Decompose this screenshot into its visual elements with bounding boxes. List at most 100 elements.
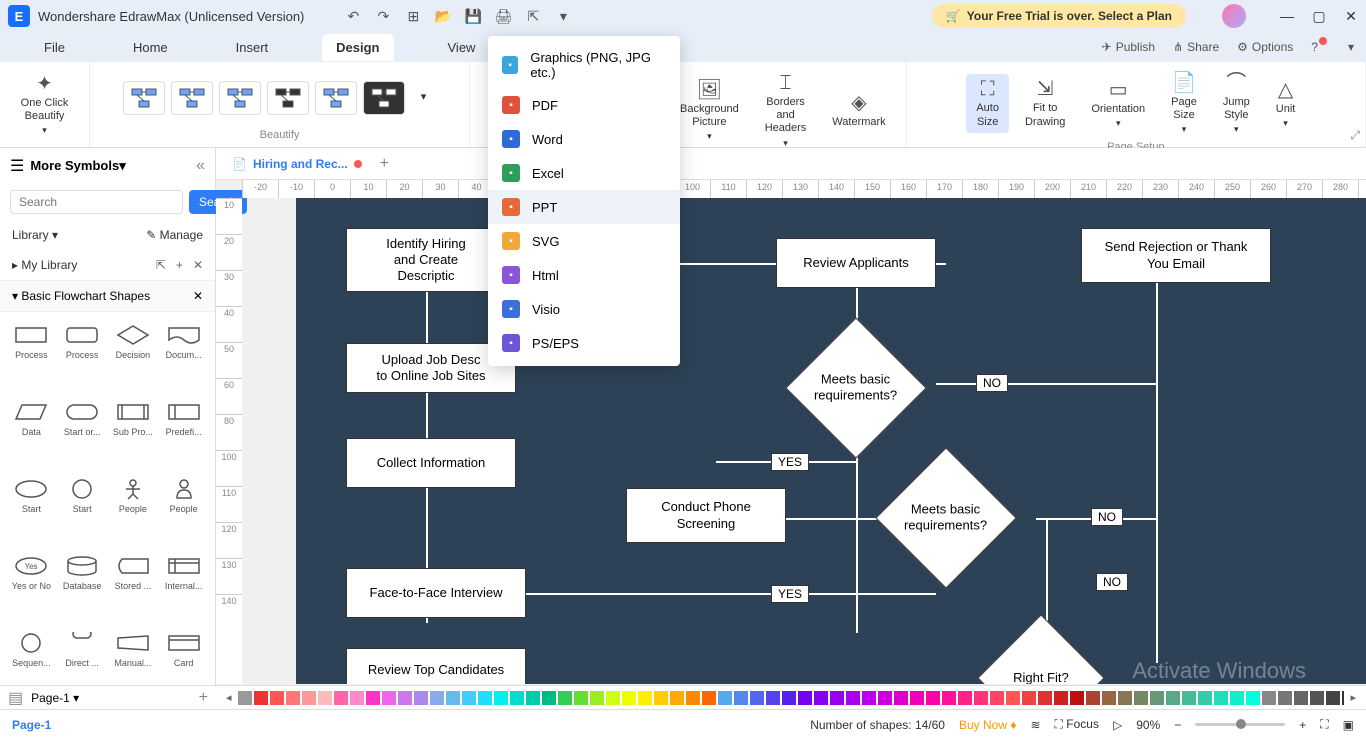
shape-data[interactable]: Data (8, 397, 55, 470)
label-yes-2[interactable]: YES (771, 585, 809, 603)
label-yes-1[interactable]: YES (771, 453, 809, 471)
shape-yesorno[interactable]: YesYes or No (8, 551, 55, 624)
color-swatch[interactable] (606, 691, 620, 705)
color-swatch[interactable] (318, 691, 332, 705)
color-swatch[interactable] (654, 691, 668, 705)
auto-size-button[interactable]: ⛶Auto Size (966, 74, 1009, 132)
fit-page-icon[interactable]: ⛶ (1320, 717, 1328, 732)
background-picture-button[interactable]: 🖼Background Picture▾ (670, 75, 749, 146)
color-swatch[interactable] (670, 691, 684, 705)
hamburger-icon[interactable]: ☰ (10, 156, 24, 176)
color-swatch[interactable] (830, 691, 844, 705)
color-swatch[interactable] (1118, 691, 1132, 705)
node-rejection-email[interactable]: Send Rejection or Thank You Email (1081, 228, 1271, 283)
node-review-applicants[interactable]: Review Applicants (776, 238, 936, 288)
color-swatch[interactable] (366, 691, 380, 705)
color-swatch[interactable] (1198, 691, 1212, 705)
library-label[interactable]: Library ▾ (12, 228, 58, 242)
add-page-button[interactable]: + (199, 689, 208, 707)
color-swatch[interactable] (254, 691, 268, 705)
color-swatch[interactable] (1214, 691, 1228, 705)
color-swatch[interactable] (1134, 691, 1148, 705)
color-swatch[interactable] (1230, 691, 1244, 705)
shape-start[interactable]: Start (59, 474, 106, 547)
color-swatch[interactable] (478, 691, 492, 705)
color-swatch[interactable] (894, 691, 908, 705)
add-document-button[interactable]: + (380, 155, 389, 173)
trial-banner[interactable]: 🛒 Your Free Trial is over. Select a Plan (932, 4, 1186, 28)
color-swatch[interactable] (558, 691, 572, 705)
active-page-label[interactable]: Page-1 (12, 718, 51, 732)
page-size-button[interactable]: 📄Page Size▾ (1161, 68, 1207, 139)
ribbon-collapse-icon[interactable]: ▾ (1348, 40, 1354, 54)
shape-decision[interactable]: Decision (110, 320, 157, 393)
user-avatar[interactable] (1222, 4, 1246, 28)
color-swatch[interactable] (590, 691, 604, 705)
shape-people[interactable]: People (110, 474, 157, 547)
jump-style-button[interactable]: ⌒Jump Style▾ (1213, 68, 1260, 139)
color-swatch[interactable] (798, 691, 812, 705)
color-swatch[interactable] (1006, 691, 1020, 705)
export-ps-eps[interactable]: ▪PS/EPS (488, 326, 680, 360)
color-swatch[interactable] (382, 691, 396, 705)
color-swatch[interactable] (238, 691, 252, 705)
color-swatch[interactable] (446, 691, 460, 705)
color-swatch[interactable] (1166, 691, 1180, 705)
undo-icon[interactable]: ↶ (344, 7, 362, 25)
color-swatch[interactable] (622, 691, 636, 705)
layers-icon[interactable]: ≋ (1030, 718, 1040, 732)
color-swatch[interactable] (526, 691, 540, 705)
shape-stored[interactable]: Stored ... (110, 551, 157, 624)
color-swatch[interactable] (1022, 691, 1036, 705)
symbol-search-input[interactable] (10, 190, 183, 214)
collapse-sidebar-icon[interactable]: « (196, 157, 205, 175)
shape-predefi[interactable]: Predefi... (160, 397, 207, 470)
color-swatch[interactable] (942, 691, 956, 705)
node-phone-screening[interactable]: Conduct Phone Screening (626, 488, 786, 543)
export-pdf[interactable]: ▪PDF (488, 88, 680, 122)
zoom-slider[interactable] (1195, 723, 1285, 726)
section-close-icon[interactable]: ✕ (193, 289, 203, 303)
color-swatch[interactable] (270, 691, 284, 705)
lib-close-icon[interactable]: ✕ (193, 258, 203, 272)
color-swatch[interactable] (766, 691, 780, 705)
borders-headers-button[interactable]: ⌶Borders and Headers▾ (755, 68, 817, 152)
shape-internal[interactable]: Internal... (160, 551, 207, 624)
label-no-2[interactable]: NO (1091, 508, 1123, 526)
color-swatch[interactable] (974, 691, 988, 705)
color-swatch[interactable] (718, 691, 732, 705)
theme-tile-1[interactable] (171, 81, 213, 115)
shape-startor[interactable]: Start or... (59, 397, 106, 470)
fullscreen-icon[interactable]: ▣ (1343, 718, 1354, 732)
new-icon[interactable]: ⊞ (404, 7, 422, 25)
lib-export-icon[interactable]: ⇱ (156, 258, 166, 272)
open-icon[interactable]: 📂 (434, 7, 452, 25)
palette-right-icon[interactable]: ▸ (1346, 691, 1360, 704)
shape-database[interactable]: Database (59, 551, 106, 624)
presentation-icon[interactable]: ▷ (1113, 718, 1122, 732)
color-swatch[interactable] (1054, 691, 1068, 705)
redo-icon[interactable]: ↷ (374, 7, 392, 25)
color-swatch[interactable] (750, 691, 764, 705)
color-swatch[interactable] (1182, 691, 1196, 705)
theme-more-button[interactable]: ▾ (411, 87, 437, 108)
export-excel[interactable]: ▪Excel (488, 156, 680, 190)
label-no-3[interactable]: NO (1096, 573, 1128, 591)
color-swatch[interactable] (350, 691, 364, 705)
export-svg[interactable]: ▪SVG (488, 224, 680, 258)
color-swatch[interactable] (910, 691, 924, 705)
node-right-fit[interactable]: Right Fit? (977, 614, 1104, 684)
save-icon[interactable]: 💾 (464, 7, 482, 25)
watermark-button[interactable]: ◈Watermark (822, 88, 895, 133)
color-swatch[interactable] (1326, 691, 1340, 705)
export-icon[interactable]: ⇱ (524, 7, 542, 25)
color-swatch[interactable] (1262, 691, 1276, 705)
shape-subpro[interactable]: Sub Pro... (110, 397, 157, 470)
options-button[interactable]: ⚙ Options (1237, 40, 1293, 54)
export-word[interactable]: ▪Word (488, 122, 680, 156)
section-title[interactable]: ▾ Basic Flowchart Shapes (12, 289, 150, 303)
color-swatch[interactable] (814, 691, 828, 705)
color-swatch[interactable] (462, 691, 476, 705)
theme-tile-5[interactable] (363, 81, 405, 115)
shape-people[interactable]: People (160, 474, 207, 547)
